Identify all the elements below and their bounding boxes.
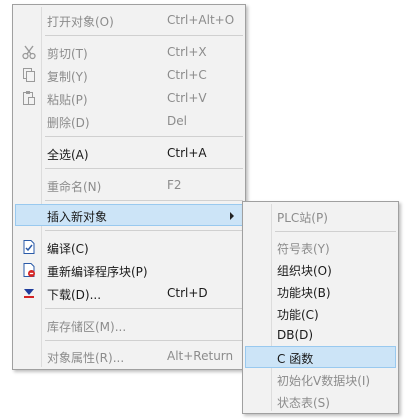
paste-icon xyxy=(21,90,37,106)
submenu-item-label: 功能块(B) xyxy=(277,286,331,300)
context-menu: 打开对象(O) Ctrl+Alt+O 剪切(T) Ctrl+X 复制(Y) Ct… xyxy=(12,4,246,370)
menu-separator xyxy=(45,35,243,36)
menu-item-recompile-blocks[interactable]: 重新编译程序块(P) xyxy=(15,259,243,281)
menu-item-shortcut: Ctrl+C xyxy=(167,68,207,82)
menu-item-label: 剪切(T) xyxy=(47,47,88,61)
menu-separator xyxy=(45,168,243,169)
submenu-item-function-block[interactable]: 功能块(B) xyxy=(245,280,396,302)
menu-item-shortcut: F2 xyxy=(167,178,182,192)
menu-item-insert-new-object[interactable]: 插入新对象 xyxy=(15,204,243,226)
insert-new-object-submenu: PLC站(P) 符号表(Y) 组织块(O) 功能块(B) 功能(C) DB(D)… xyxy=(242,201,399,414)
submenu-item-db[interactable]: DB(D) xyxy=(245,324,396,346)
menu-item-shortcut: Alt+Return xyxy=(167,349,234,363)
menu-separator xyxy=(45,340,243,341)
submenu-item-label: DB(D) xyxy=(277,328,314,342)
copy-icon xyxy=(21,67,37,83)
menu-separator xyxy=(45,230,243,231)
submenu-item-symbol-table[interactable]: 符号表(Y) xyxy=(245,236,396,258)
submenu-item-status-table[interactable]: 状态表(S) xyxy=(245,390,396,412)
menu-item-label: 粘贴(P) xyxy=(47,93,88,107)
menu-item-paste[interactable]: 粘贴(P) Ctrl+V xyxy=(15,87,243,109)
submenu-arrow-icon xyxy=(230,212,234,220)
compile-icon xyxy=(21,239,37,255)
menu-item-shortcut: Ctrl+D xyxy=(167,286,208,300)
menu-item-cut[interactable]: 剪切(T) Ctrl+X xyxy=(15,41,243,63)
scissors-icon xyxy=(21,44,37,60)
download-icon xyxy=(21,285,37,301)
submenu-item-label: 组织块(O) xyxy=(277,264,332,278)
menu-item-shortcut: Ctrl+X xyxy=(167,45,207,59)
submenu-item-label: PLC站(P) xyxy=(277,211,328,225)
menu-item-object-properties[interactable]: 对象属性(R)... Alt+Return xyxy=(15,345,243,367)
submenu-item-label: 状态表(S) xyxy=(277,396,330,410)
menu-item-label: 全选(A) xyxy=(47,148,89,162)
submenu-item-label: 符号表(Y) xyxy=(277,242,330,256)
menu-separator xyxy=(45,200,243,201)
menu-item-label: 打开对象(O) xyxy=(47,15,114,29)
menu-item-label: 重新编译程序块(P) xyxy=(47,265,148,279)
menu-item-shortcut: Ctrl+A xyxy=(167,146,207,160)
submenu-item-label: C 函数 xyxy=(277,352,314,366)
menu-item-shortcut: Del xyxy=(167,114,187,128)
menu-item-open-object[interactable]: 打开对象(O) Ctrl+Alt+O xyxy=(15,9,243,31)
menu-item-copy[interactable]: 复制(Y) Ctrl+C xyxy=(15,64,243,86)
submenu-separator xyxy=(275,231,396,232)
menu-item-label: 库存储区(M)... xyxy=(47,320,127,334)
submenu-item-label: 功能(C) xyxy=(277,308,319,322)
submenu-item-init-v-data-block[interactable]: 初始化V数据块(I) xyxy=(245,368,396,390)
menu-item-rename[interactable]: 重命名(N) F2 xyxy=(15,174,243,196)
menu-item-library-storage[interactable]: 库存储区(M)... xyxy=(15,314,243,336)
menu-separator xyxy=(45,136,243,137)
submenu-item-function[interactable]: 功能(C) xyxy=(245,302,396,324)
menu-item-select-all[interactable]: 全选(A) Ctrl+A xyxy=(15,142,243,164)
menu-item-label: 重命名(N) xyxy=(47,180,102,194)
menu-item-label: 删除(D) xyxy=(47,116,90,130)
menu-item-shortcut: Ctrl+Alt+O xyxy=(167,13,235,27)
menu-item-label: 编译(C) xyxy=(47,242,89,256)
menu-item-label: 复制(Y) xyxy=(47,70,88,84)
menu-item-label: 插入新对象 xyxy=(47,210,108,224)
recompile-icon xyxy=(21,262,37,278)
submenu-item-label: 初始化V数据块(I) xyxy=(277,374,371,388)
submenu-item-plc-station[interactable]: PLC站(P) xyxy=(245,205,396,227)
menu-separator xyxy=(45,308,243,309)
submenu-item-organization-block[interactable]: 组织块(O) xyxy=(245,258,396,280)
menu-item-delete[interactable]: 删除(D) Del xyxy=(15,110,243,132)
menu-item-label: 下载(D)... xyxy=(47,288,102,302)
menu-item-compile[interactable]: 编译(C) xyxy=(15,236,243,258)
menu-item-download[interactable]: 下载(D)... Ctrl+D xyxy=(15,282,243,304)
submenu-item-c-function[interactable]: C 函数 xyxy=(245,346,396,368)
menu-item-shortcut: Ctrl+V xyxy=(167,91,207,105)
menu-item-label: 对象属性(R)... xyxy=(47,351,125,365)
